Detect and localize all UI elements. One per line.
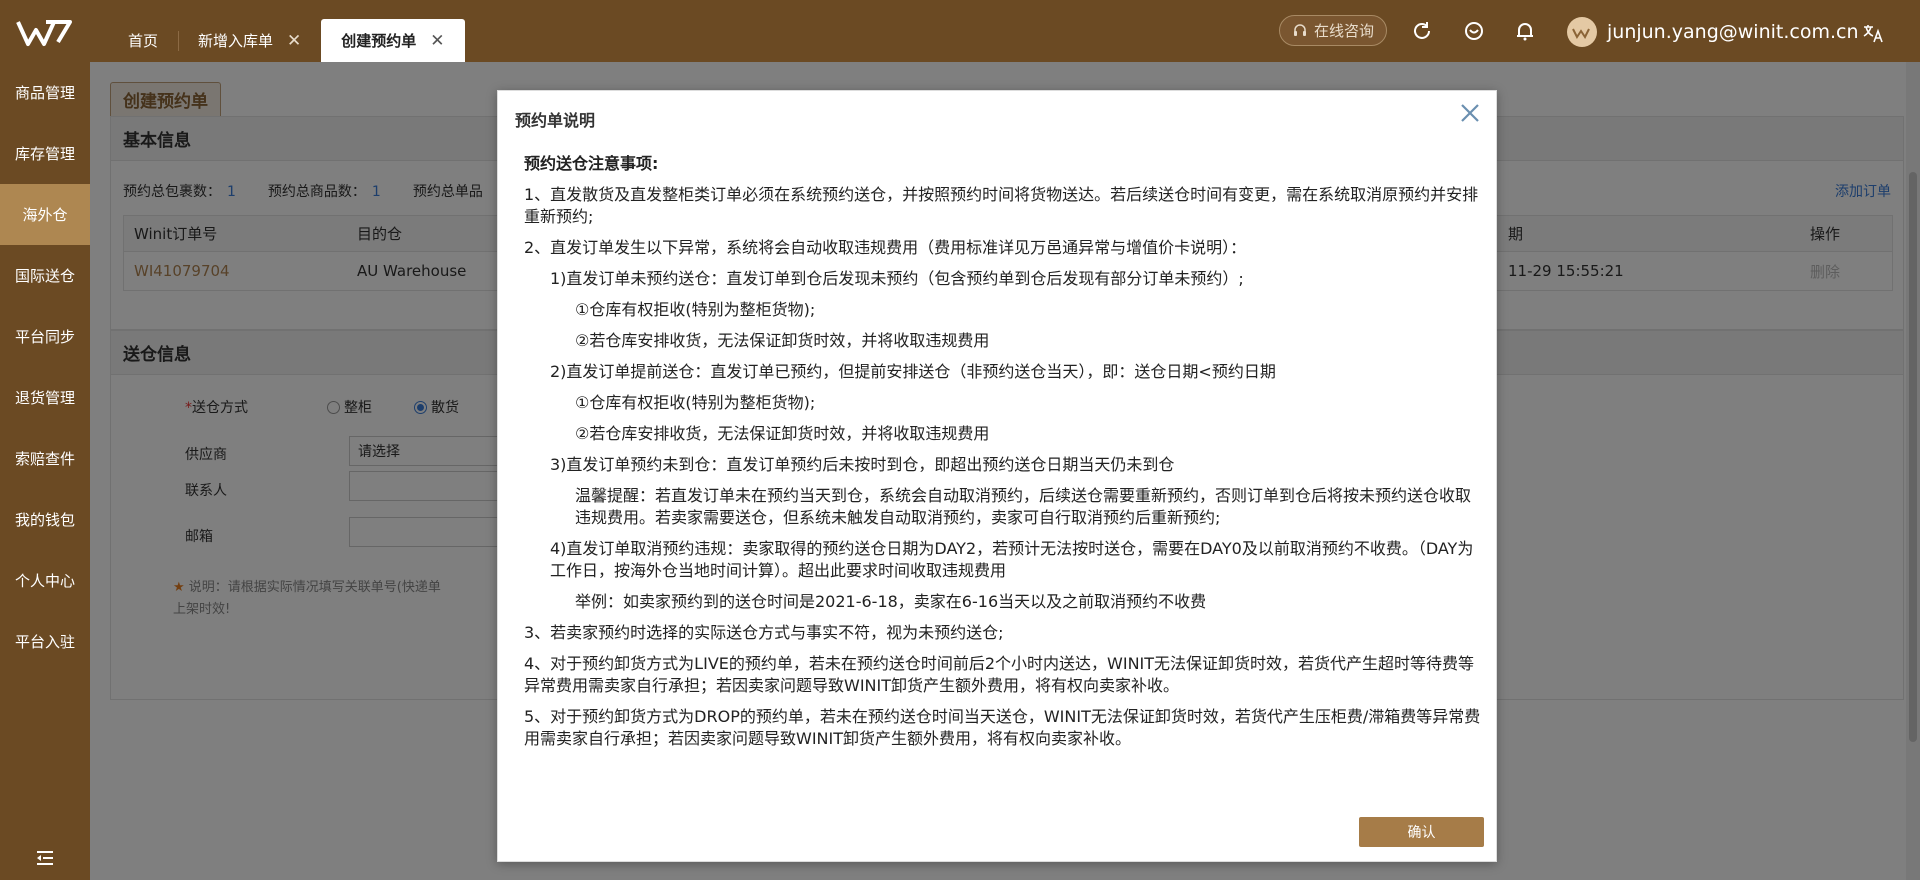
user-menu[interactable]: junjun.yang@winit.com.cn	[1567, 16, 1859, 48]
sidebar-item-profile[interactable]: 个人中心	[0, 550, 90, 611]
dialog-paragraph: ②若仓库安排收货，无法保证卸货时效，并将收取违规费用	[575, 424, 990, 443]
booking-instructions-dialog: 预约单说明 预约送仓注意事项: 1、直发散货及直发整柜类订单必须在系统预约送仓，…	[497, 90, 1497, 862]
feedback-icon[interactable]	[1463, 20, 1485, 42]
tab-create-booking[interactable]: 创建预约单 ✕	[321, 19, 465, 62]
dialog-paragraph: 2)直发订单提前送仓：直发订单已预约，但提前安排送仓（非预约送仓当天），即：送仓…	[550, 362, 1276, 381]
sidebar-item-inventory[interactable]: 库存管理	[0, 123, 90, 184]
dialog-paragraph: 4、对于预约卸货方式为LIVE的预约单，若未在预约送仓时间前后2个小时内送达，W…	[524, 654, 1475, 695]
sidebar-item-platform-sync[interactable]: 平台同步	[0, 306, 90, 367]
dialog-paragraph: 1、直发散货及直发整柜类订单必须在系统预约送仓，并按照预约时间将货物送达。若后续…	[524, 185, 1479, 226]
paragraph-list: 1、直发散货及直发整柜类订单必须在系统预约送仓，并按照预约时间将货物送达。若后续…	[524, 184, 1484, 750]
dialog-paragraph: 2、直发订单发生以下异常，系统将会自动收取违规费用（费用标准详见万邑通异常与增值…	[524, 238, 1247, 257]
user-email: junjun.yang@winit.com.cn	[1607, 21, 1859, 43]
dialog-paragraph: 3)直发订单预约未到仓：直发订单预约后未按时到仓，即超出预约送仓日期当天仍未到仓	[550, 455, 1175, 474]
dialog-paragraph: ②若仓库安排收货，无法保证卸货时效，并将收取违规费用	[575, 331, 990, 350]
sidebar-item-claims[interactable]: 索赔查件	[0, 428, 90, 489]
top-bar: 首页 新增入库单 ✕ 创建预约单 ✕ 在线咨询 junjun.yang@winit.…	[0, 0, 1920, 62]
collapse-menu-icon[interactable]	[36, 850, 54, 866]
tab-new-inbound[interactable]: 新增入库单 ✕	[178, 19, 321, 62]
tab-home[interactable]: 首页	[108, 19, 178, 62]
sidebar-item-returns[interactable]: 退货管理	[0, 367, 90, 428]
avatar	[1567, 17, 1597, 47]
refresh-icon[interactable]	[1411, 20, 1433, 42]
sidebar: 商品管理 库存管理 海外仓 国际送仓 平台同步 退货管理 索赔查件 我的钱包 个…	[0, 62, 90, 880]
dialog-paragraph: ①仓库有权拒收(特别为整柜货物);	[575, 393, 816, 412]
translate-icon[interactable]	[1862, 22, 1884, 44]
headset-icon	[1294, 23, 1306, 36]
sidebar-item-wallet[interactable]: 我的钱包	[0, 489, 90, 550]
dialog-title: 预约单说明	[515, 111, 596, 130]
dialog-paragraph: 举例：如卖家预约到的送仓时间是2021-6-18，卖家在6-16当天以及之前取消…	[575, 592, 1207, 611]
confirm-button[interactable]: 确认	[1359, 817, 1484, 847]
winit-logo-icon[interactable]	[16, 18, 72, 48]
dialog-body: 预约送仓注意事项: 1、直发散货及直发整柜类订单必须在系统预约送仓，并按照预约时…	[524, 153, 1484, 759]
dialog-heading: 预约送仓注意事项:	[524, 154, 659, 173]
sidebar-item-platform-join[interactable]: 平台入驻	[0, 611, 90, 672]
dialog-paragraph: 温馨提醒：若直发订单未在预约当天到仓，系统会自动取消预约，后续送仓需要重新预约，…	[575, 486, 1472, 527]
sidebar-item-overseas-warehouse[interactable]: 海外仓	[0, 184, 90, 245]
close-icon[interactable]	[1458, 101, 1482, 125]
sidebar-item-intl-delivery[interactable]: 国际送仓	[0, 245, 90, 306]
sidebar-item-products[interactable]: 商品管理	[0, 62, 90, 123]
dialog-paragraph: 1)直发订单未预约送仓：直发订单到仓后发现未预约（包含预约单到仓后发现有部分订单…	[550, 269, 1244, 288]
close-icon[interactable]: ✕	[287, 31, 301, 51]
tab-bar: 首页 新增入库单 ✕ 创建预约单 ✕	[108, 19, 465, 62]
online-consult-button[interactable]: 在线咨询	[1279, 15, 1388, 46]
bell-icon[interactable]	[1514, 20, 1536, 42]
dialog-paragraph: 3、若卖家预约时选择的实际送仓方式与事实不符，视为未预约送仓;	[524, 623, 1004, 642]
dialog-paragraph: ①仓库有权拒收(特别为整柜货物);	[575, 300, 816, 319]
dialog-paragraph: 4)直发订单取消预约违规：卖家取得的预约送仓日期为DAY2，若预计无法按时送仓，…	[550, 539, 1474, 580]
dialog-paragraph: 5、对于预约卸货方式为DROP的预约单，若未在预约送仓时间当天送仓，WINIT无…	[524, 707, 1481, 748]
close-icon[interactable]: ✕	[430, 31, 444, 51]
